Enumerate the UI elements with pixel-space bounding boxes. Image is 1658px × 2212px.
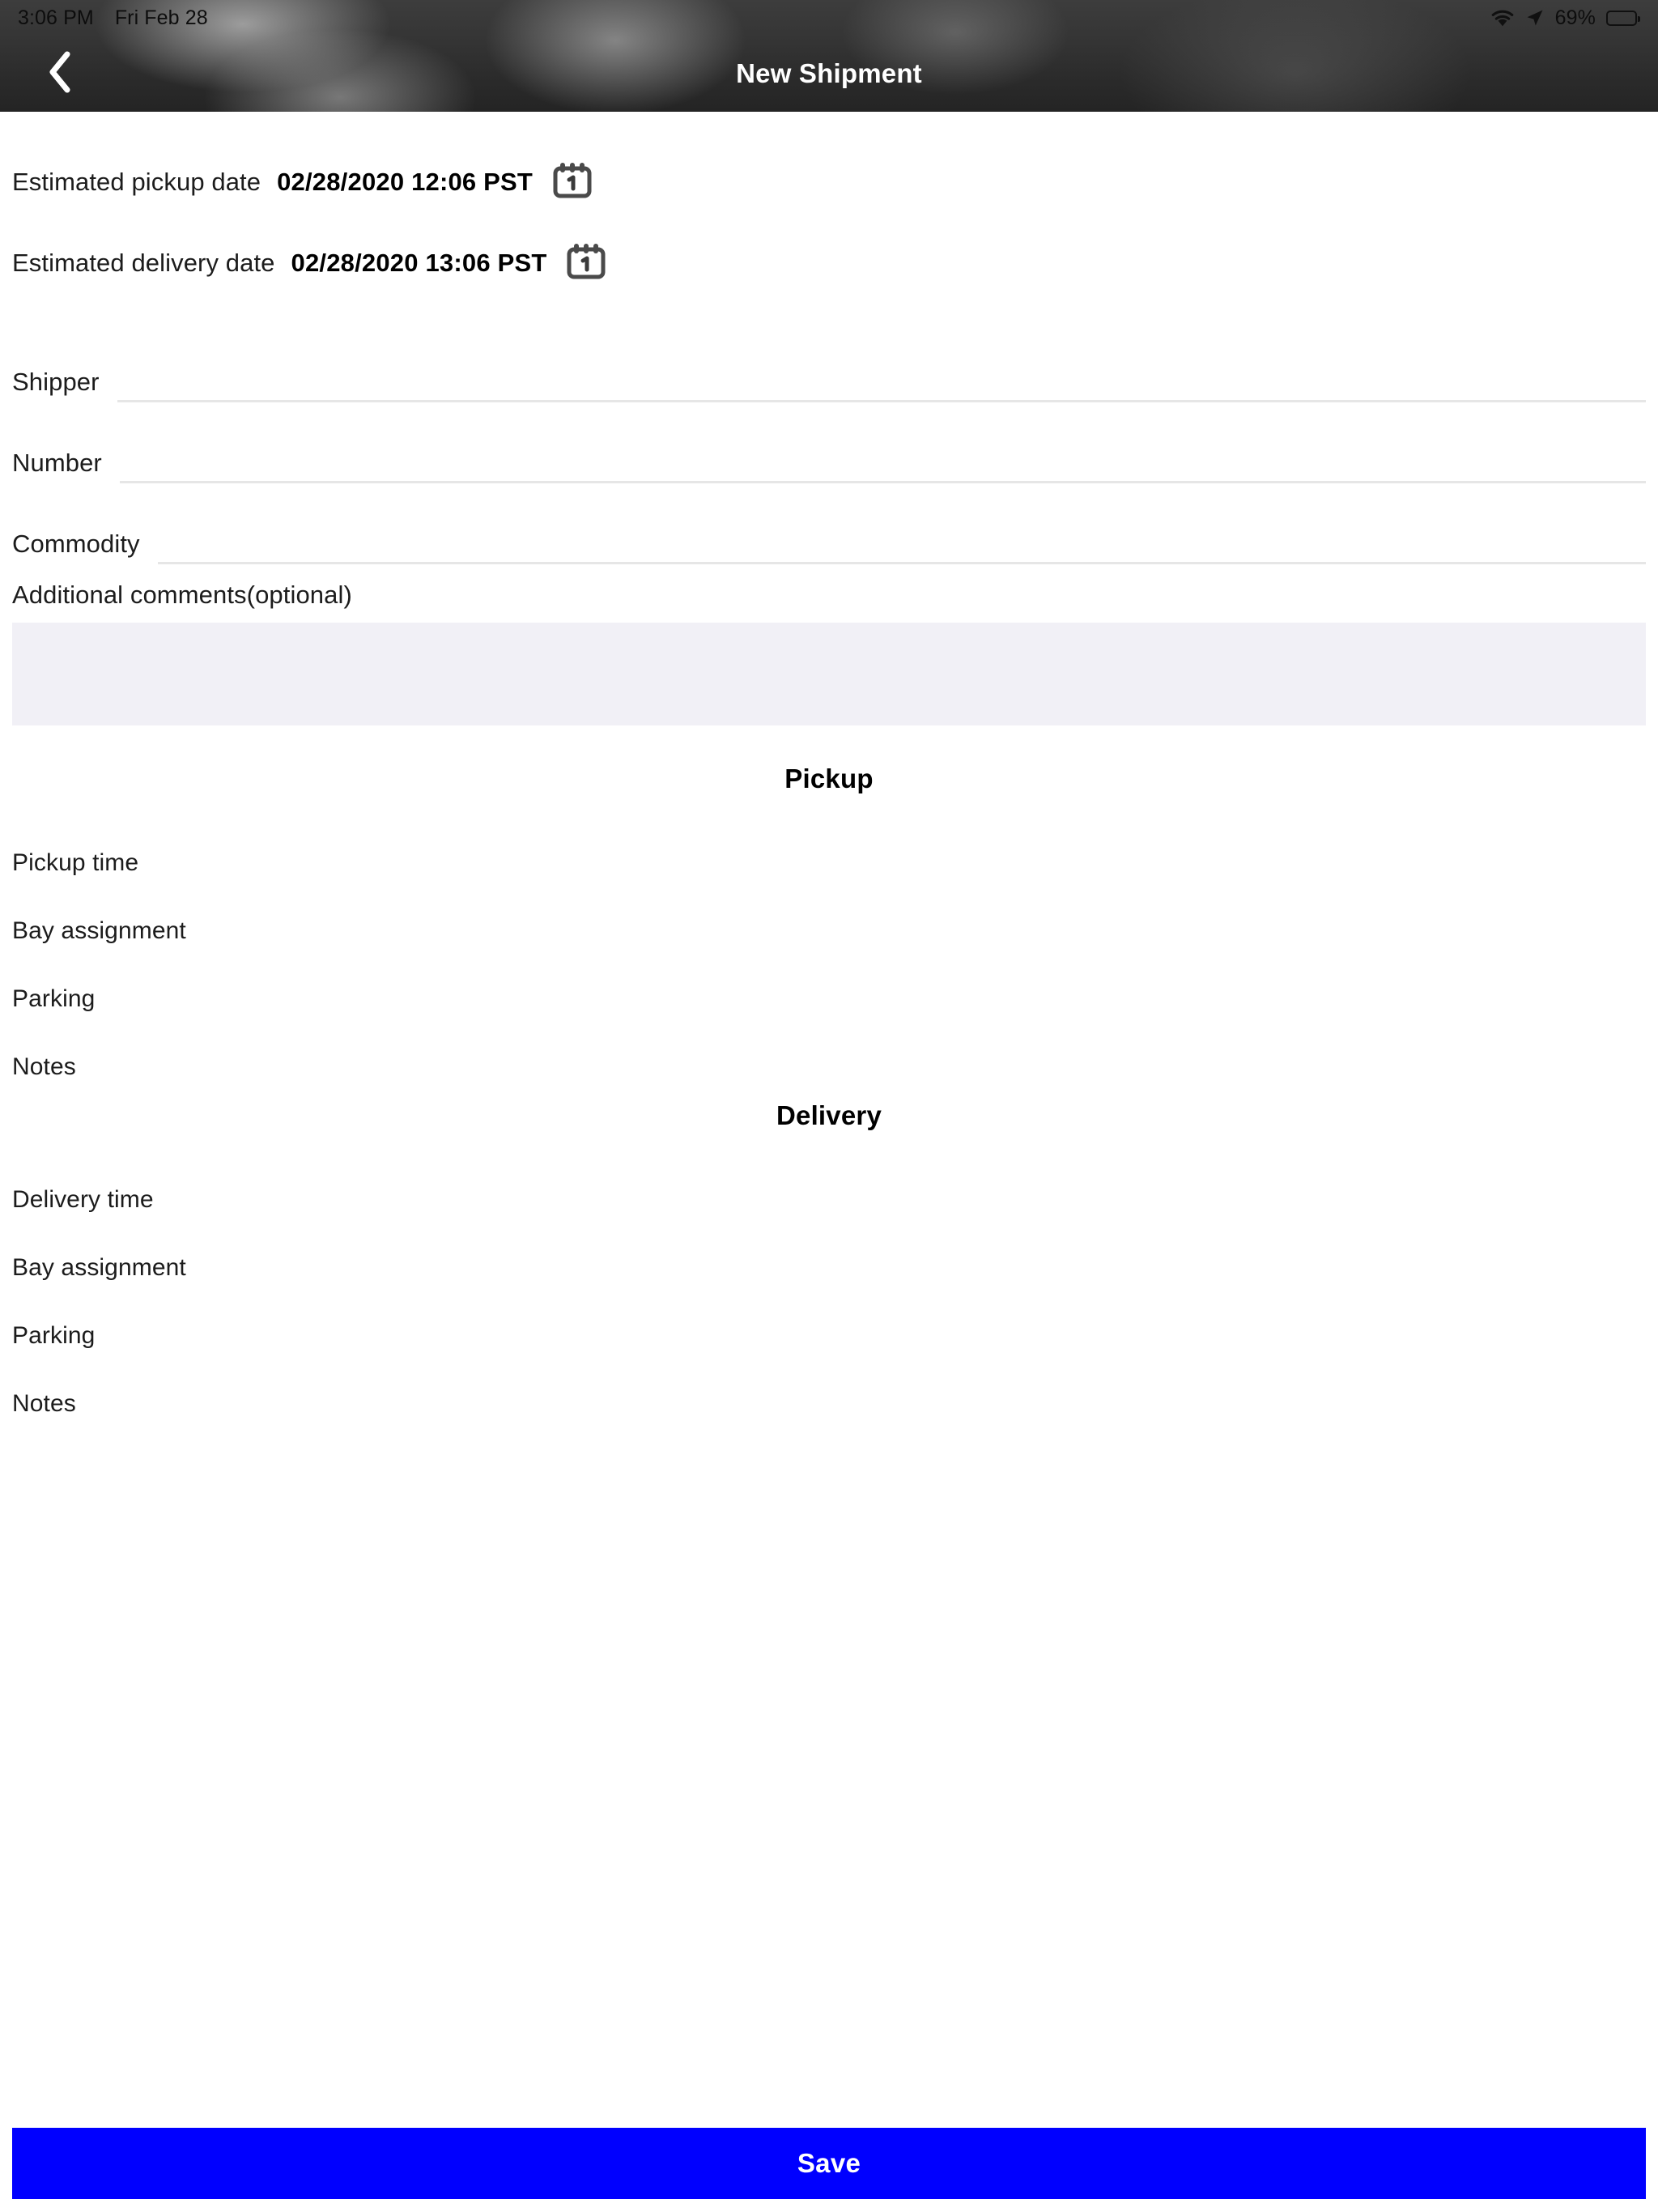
calendar-icon [551, 160, 593, 206]
pickup-parking-label: Parking [12, 985, 96, 1012]
delivery-time-label: Delivery time [12, 1186, 154, 1213]
delivery-notes-row: Notes [0, 1353, 1658, 1421]
estimated-delivery-date-label: Estimated delivery date [12, 249, 275, 277]
pickup-notes-label: Notes [12, 1053, 76, 1080]
estimated-pickup-date-value: 02/28/2020 12:06 PST [277, 168, 534, 196]
delivery-parking-row: Parking [0, 1285, 1658, 1353]
save-button[interactable]: Save [12, 2128, 1646, 2199]
estimated-pickup-date-label: Estimated pickup date [12, 168, 261, 196]
status-date: Fri Feb 28 [114, 6, 208, 29]
shipper-input[interactable] [117, 360, 1646, 402]
number-label: Number [12, 449, 102, 477]
form-content: Estimated pickup date 02/28/2020 12:06 P… [0, 112, 1658, 2212]
location-arrow-icon [1525, 8, 1545, 28]
chevron-left-icon [46, 51, 74, 97]
delivery-notes-input[interactable] [93, 1385, 1646, 1421]
page-title: New Shipment [736, 58, 922, 88]
delivery-bay-assignment-label: Bay assignment [12, 1254, 186, 1281]
battery-percent-label: 69% [1554, 6, 1596, 29]
delivery-section-title: Delivery [776, 1100, 882, 1130]
shipper-label: Shipper [12, 368, 100, 396]
pickup-bay-assignment-row: Bay assignment [0, 880, 1658, 948]
estimated-delivery-date-row: Estimated delivery date 02/28/2020 13:06… [0, 223, 1658, 304]
pickup-parking-input[interactable] [113, 981, 1646, 1016]
status-bar-right: 69% [1490, 6, 1640, 30]
estimated-pickup-date-row: Estimated pickup date 02/28/2020 12:06 P… [0, 142, 1658, 223]
status-bar-left: 3:06 PM Fri Feb 28 [18, 6, 208, 30]
back-button[interactable] [36, 49, 84, 98]
nav-bar: New Shipment [0, 36, 1658, 112]
pickup-time-input[interactable] [156, 844, 1646, 880]
pickup-calendar-button[interactable] [547, 157, 597, 207]
pickup-time-label: Pickup time [12, 849, 139, 876]
delivery-parking-input[interactable] [113, 1317, 1646, 1353]
estimated-delivery-date-value: 02/28/2020 13:06 PST [291, 249, 547, 277]
delivery-notes-label: Notes [12, 1390, 76, 1417]
delivery-time-input[interactable] [171, 1181, 1646, 1217]
commodity-input[interactable] [157, 522, 1646, 564]
additional-comments-textarea[interactable] [12, 623, 1646, 725]
delivery-calendar-button[interactable] [561, 238, 611, 288]
delivery-time-row: Delivery time [0, 1149, 1658, 1217]
number-row: Number [0, 402, 1658, 483]
pickup-time-row: Pickup time [0, 812, 1658, 880]
pickup-notes-row: Notes [0, 1016, 1658, 1084]
calendar-icon [565, 240, 607, 287]
delivery-parking-label: Parking [12, 1322, 96, 1349]
top-bar: 3:06 PM Fri Feb 28 69% New Shipment [0, 0, 1658, 112]
shipper-row: Shipper [0, 321, 1658, 402]
battery-icon [1606, 10, 1640, 26]
app-screen: 3:06 PM Fri Feb 28 69% New Shipment Esti… [0, 0, 1658, 2212]
pickup-parking-row: Parking [0, 948, 1658, 1016]
number-input[interactable] [119, 441, 1646, 483]
additional-comments-label: Additional comments(optional) [12, 581, 352, 609]
delivery-bay-assignment-input[interactable] [203, 1249, 1646, 1285]
delivery-bay-assignment-row: Bay assignment [0, 1217, 1658, 1285]
commodity-row: Commodity [0, 483, 1658, 564]
status-bar: 3:06 PM Fri Feb 28 69% [0, 0, 1658, 36]
status-time: 3:06 PM [18, 6, 94, 29]
pickup-bay-assignment-label: Bay assignment [12, 917, 186, 944]
pickup-section-title: Pickup [784, 764, 874, 793]
pickup-bay-assignment-input[interactable] [203, 912, 1646, 948]
pickup-notes-input[interactable] [93, 1049, 1646, 1084]
wifi-icon [1490, 9, 1515, 28]
commodity-label: Commodity [12, 530, 140, 558]
